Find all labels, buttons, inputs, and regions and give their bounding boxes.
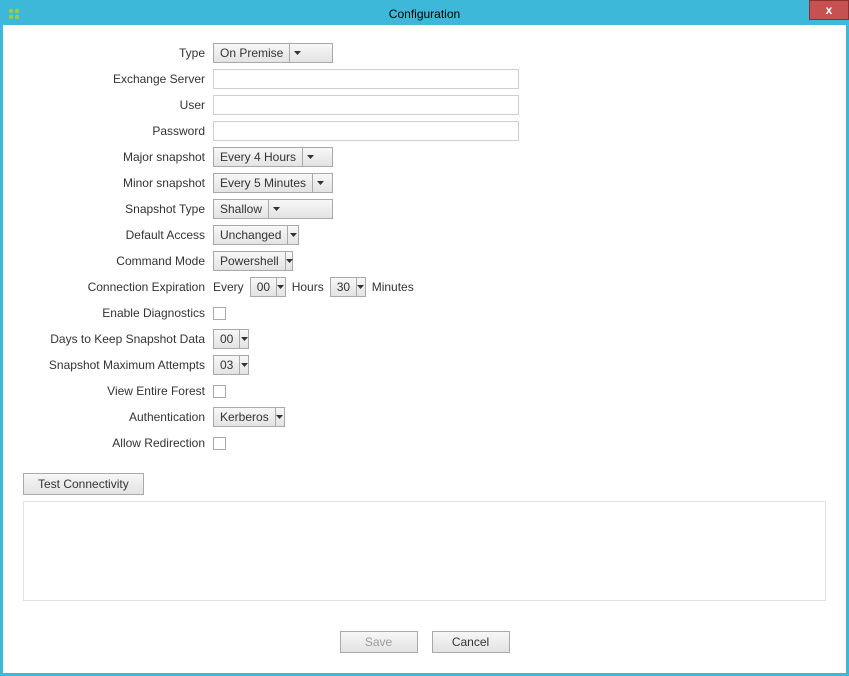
- hours-text: Hours: [292, 280, 324, 294]
- enable-diagnostics-label: Enable Diagnostics: [23, 306, 213, 320]
- snapshot-max-value: 03: [214, 358, 239, 372]
- snapshot-max-combo[interactable]: 03: [213, 355, 249, 375]
- conn-hours-combo[interactable]: 00: [250, 277, 286, 297]
- snapshot-max-label: Snapshot Maximum Attempts: [23, 358, 213, 372]
- output-textarea[interactable]: [23, 501, 826, 601]
- chevron-down-icon: [239, 330, 248, 348]
- snapshot-type-combo[interactable]: Shallow: [213, 199, 333, 219]
- type-value: On Premise: [214, 46, 289, 60]
- minor-snapshot-label: Minor snapshot: [23, 176, 213, 190]
- chevron-down-icon: [239, 356, 248, 374]
- chevron-down-icon: [312, 174, 327, 192]
- close-button[interactable]: x: [809, 0, 849, 20]
- type-label: Type: [23, 46, 213, 60]
- default-access-combo[interactable]: Unchanged: [213, 225, 299, 245]
- chevron-down-icon: [275, 408, 284, 426]
- days-keep-combo[interactable]: 00: [213, 329, 249, 349]
- allow-redirection-label: Allow Redirection: [23, 436, 213, 450]
- chevron-down-icon: [356, 278, 365, 296]
- exchange-server-label: Exchange Server: [23, 72, 213, 86]
- test-connectivity-button[interactable]: Test Connectivity: [23, 473, 144, 495]
- conn-minutes-combo[interactable]: 30: [330, 277, 366, 297]
- every-text: Every: [213, 280, 244, 294]
- content-area: Type On Premise Exchange Server User Pas…: [3, 25, 846, 663]
- authentication-label: Authentication: [23, 410, 213, 424]
- user-input[interactable]: [213, 95, 519, 115]
- command-mode-label: Command Mode: [23, 254, 213, 268]
- minor-snapshot-combo[interactable]: Every 5 Minutes: [213, 173, 333, 193]
- snapshot-type-label: Snapshot Type: [23, 202, 213, 216]
- password-input[interactable]: [213, 121, 519, 141]
- minutes-text: Minutes: [372, 280, 414, 294]
- chevron-down-icon: [289, 44, 304, 62]
- config-window: Configuration x Type On Premise Exchange…: [0, 0, 849, 676]
- cancel-button[interactable]: Cancel: [432, 631, 510, 653]
- minor-snapshot-value: Every 5 Minutes: [214, 176, 312, 190]
- authentication-combo[interactable]: Kerberos: [213, 407, 285, 427]
- major-snapshot-value: Every 4 Hours: [214, 150, 302, 164]
- connection-expiration-label: Connection Expiration: [23, 280, 213, 294]
- chevron-down-icon: [276, 278, 285, 296]
- authentication-value: Kerberos: [214, 410, 275, 424]
- user-label: User: [23, 98, 213, 112]
- type-combo[interactable]: On Premise: [213, 43, 333, 63]
- app-icon: [7, 7, 21, 21]
- days-keep-label: Days to Keep Snapshot Data: [23, 332, 213, 346]
- command-mode-combo[interactable]: Powershell: [213, 251, 293, 271]
- chevron-down-icon: [287, 226, 298, 244]
- save-button[interactable]: Save: [340, 631, 418, 653]
- major-snapshot-label: Major snapshot: [23, 150, 213, 164]
- window-title: Configuration: [389, 7, 460, 21]
- chevron-down-icon: [268, 200, 283, 218]
- close-icon: x: [826, 3, 833, 17]
- conn-hours-value: 00: [251, 280, 276, 294]
- major-snapshot-combo[interactable]: Every 4 Hours: [213, 147, 333, 167]
- conn-minutes-value: 30: [331, 280, 356, 294]
- chevron-down-icon: [302, 148, 317, 166]
- view-forest-label: View Entire Forest: [23, 384, 213, 398]
- days-keep-value: 00: [214, 332, 239, 346]
- view-forest-checkbox[interactable]: [213, 385, 226, 398]
- enable-diagnostics-checkbox[interactable]: [213, 307, 226, 320]
- titlebar: Configuration x: [3, 3, 846, 25]
- default-access-label: Default Access: [23, 228, 213, 242]
- command-mode-value: Powershell: [214, 254, 285, 268]
- exchange-server-input[interactable]: [213, 69, 519, 89]
- default-access-value: Unchanged: [214, 228, 287, 242]
- allow-redirection-checkbox[interactable]: [213, 437, 226, 450]
- chevron-down-icon: [285, 252, 293, 270]
- snapshot-type-value: Shallow: [214, 202, 268, 216]
- password-label: Password: [23, 124, 213, 138]
